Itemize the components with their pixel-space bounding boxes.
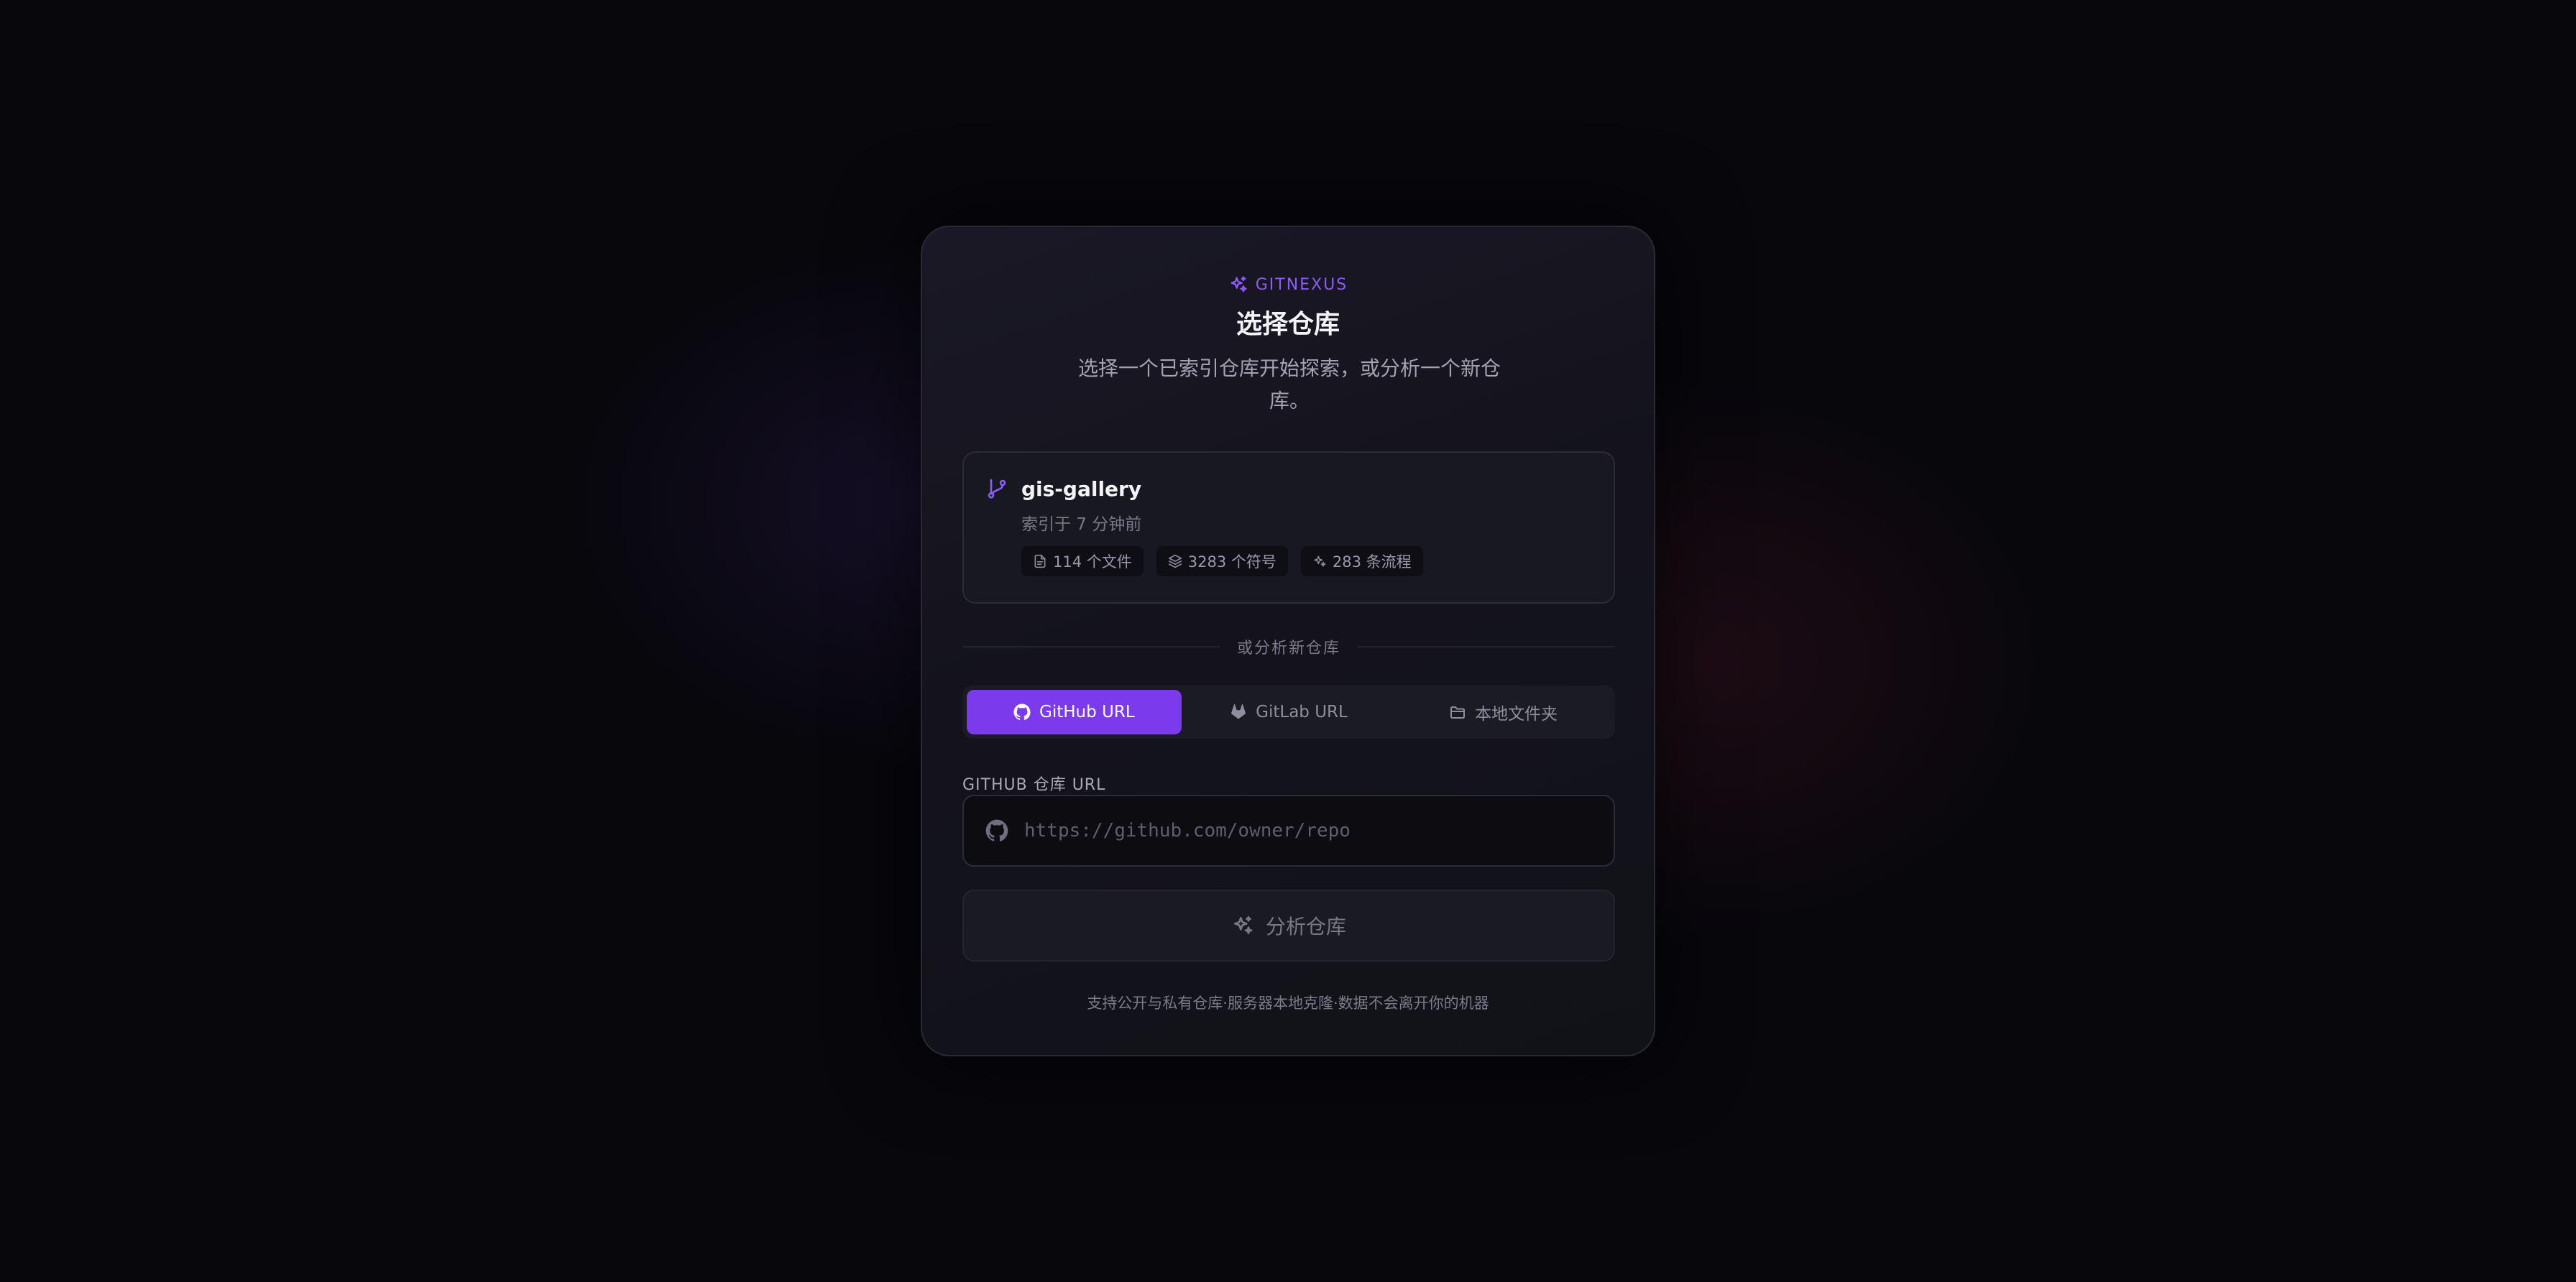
repo-stats: 114 个文件 3283 个符号 283 条流程 [1021, 546, 1423, 576]
sparkles-icon [1233, 916, 1253, 934]
page-subtitle: 选择一个已索引仓库开始探索，或分析一个新仓库。 [1077, 356, 1501, 412]
brand-name: GITNEXUS [1255, 275, 1348, 294]
tab-gitlab-url[interactable]: GitLab URL [1182, 690, 1397, 734]
github-icon [1013, 704, 1031, 721]
divider-text: 或分析新仓库 [1237, 640, 1341, 658]
repo-card-gis-gallery[interactable]: gis-gallery 索引于 7 分钟前 114 个文件 3283 个符号 2… [962, 451, 1615, 604]
tab-label: 本地文件夹 [1475, 705, 1558, 724]
stat-symbols-text: 3283 个符号 [1187, 553, 1276, 571]
tab-label: GitLab URL [1256, 703, 1348, 721]
stat-symbols-badge: 3283 个符号 [1156, 546, 1288, 576]
brand: GITNEXUS [922, 272, 1654, 298]
repo-selector-card: GITNEXUS 选择仓库 选择一个已索引仓库开始探索，或分析一个新仓库。 gi… [921, 226, 1655, 1056]
stat-flows-text: 283 条流程 [1332, 553, 1412, 571]
tab-label: GitHub URL [1039, 703, 1135, 721]
repo-url-input[interactable] [1023, 819, 1599, 842]
analyze-button-label: 分析仓库 [1265, 915, 1346, 939]
section-divider: 或分析新仓库 [962, 634, 1616, 660]
repo-indexed-time: 索引于 7 分钟前 [1021, 515, 1142, 534]
layers-icon [1168, 554, 1182, 568]
page-title: 选择仓库 [1236, 310, 1340, 339]
footer-note: 支持公开与私有仓库·服务器本地克隆·数据不会离开你的机器 [1087, 995, 1489, 1012]
repo-name: gis-gallery [1021, 477, 1142, 501]
tab-github-url[interactable]: GitHub URL [967, 690, 1182, 734]
git-branch-icon [988, 479, 1006, 499]
stat-files-badge: 114 个文件 [1021, 546, 1144, 576]
stat-files-text: 114 个文件 [1053, 553, 1132, 571]
sparkles-icon [1314, 555, 1326, 567]
folder-icon [1450, 706, 1466, 719]
github-icon [985, 819, 1008, 841]
sparkles-icon [1230, 276, 1247, 292]
divider-line [962, 646, 1220, 647]
divider-line [1358, 646, 1616, 647]
tab-local-folder[interactable]: 本地文件夹 [1396, 690, 1611, 734]
repo-url-label: GITHUB 仓库 URL [962, 776, 1106, 794]
stat-flows-badge: 283 条流程 [1300, 546, 1423, 576]
source-tabs: GitHub URL GitLab URL 本地文件夹 [962, 686, 1615, 739]
repo-url-field [962, 795, 1615, 867]
analyze-repo-button[interactable]: 分析仓库 [962, 890, 1615, 962]
file-icon [1034, 554, 1046, 568]
gitlab-icon [1231, 704, 1246, 719]
